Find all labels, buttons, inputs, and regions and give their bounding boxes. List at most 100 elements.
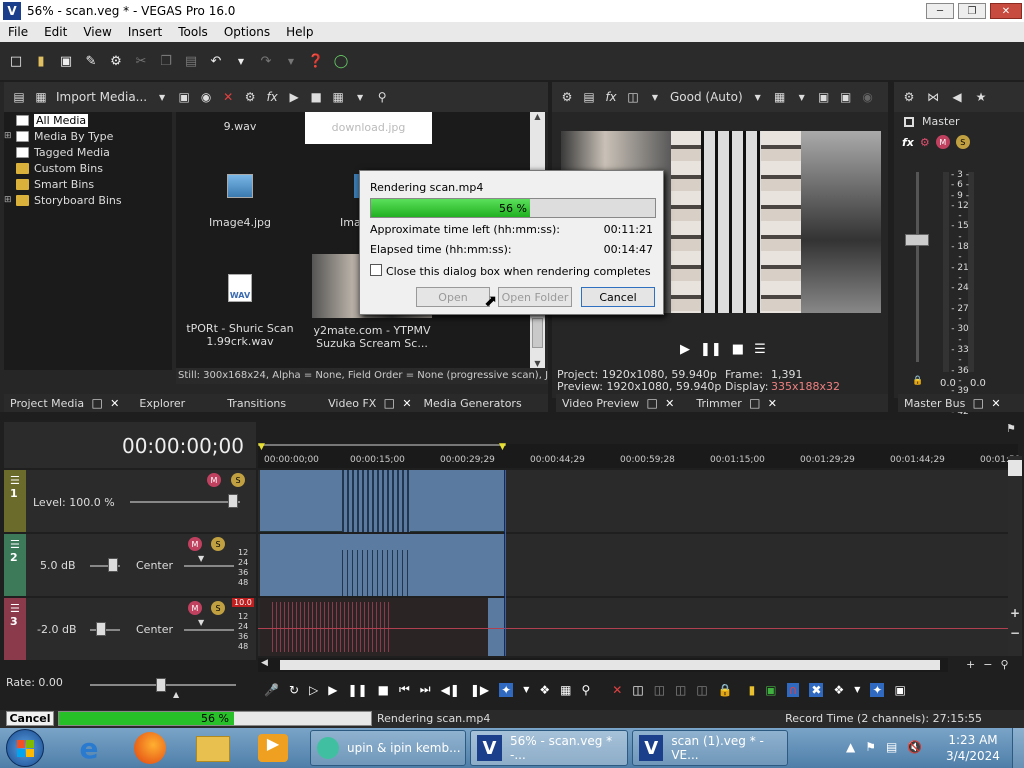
media-item-thumbnail[interactable]: download.jpg <box>305 112 432 144</box>
zoom-tool-icon[interactable]: ⚲ <box>1000 658 1008 671</box>
open-button[interactable]: Open <box>416 287 490 307</box>
tab-media-generators[interactable]: Media Generators <box>418 397 528 410</box>
save-snapshot-icon[interactable]: ▣ <box>839 90 853 104</box>
undock-icon[interactable]: □ <box>748 396 762 410</box>
open-folder-icon[interactable]: ▮ <box>33 53 49 69</box>
menu-view[interactable]: View <box>75 25 119 39</box>
trim-end-icon[interactable]: ◫ <box>675 683 686 697</box>
track-header-3[interactable]: ☰ 3 -2.0 dB Center ▼ M S 10.0 12 24 36 48 <box>4 598 256 660</box>
media-item[interactable]: WAV tPORt - Shuric Scan 1.99crk.wav <box>182 272 298 348</box>
tab-video-preview[interactable]: Video Preview <box>556 397 645 410</box>
tree-item-smart-bins[interactable]: Smart Bins <box>4 176 172 192</box>
level-slider-handle[interactable] <box>228 494 238 508</box>
ripple-edit-icon[interactable]: ❖ <box>833 683 844 697</box>
undock-icon[interactable]: □ <box>382 396 396 410</box>
save-icon[interactable]: ▣ <box>58 53 74 69</box>
undo-icon[interactable]: ↶ <box>208 53 224 69</box>
media-fx-icon[interactable]: fx <box>265 90 279 104</box>
close-tab-icon[interactable]: ✕ <box>396 397 417 410</box>
close-tab-icon[interactable]: ✕ <box>659 397 680 410</box>
taskbar-item-vegas-scan1[interactable]: V scan (1).veg * - VE... <box>632 730 788 766</box>
audio-clip[interactable] <box>260 534 504 596</box>
menu-tools[interactable]: Tools <box>170 25 216 39</box>
internet-explorer-icon[interactable]: e <box>72 732 106 765</box>
zoom-tool-icon[interactable]: ⚲ <box>581 683 590 697</box>
video-fx-icon[interactable]: fx <box>604 90 618 104</box>
expand-icon[interactable]: ⊞ <box>4 195 16 205</box>
selection-tool-icon[interactable]: ▦ <box>560 683 571 697</box>
tree-item-all-media[interactable]: All Media <box>4 112 172 128</box>
track-header-1[interactable]: ☰ 1 Level: 100.0 % M S <box>4 470 256 532</box>
tab-transitions[interactable]: Transitions <box>221 397 292 410</box>
media-player-icon[interactable]: ▶ <box>258 734 288 762</box>
import-media-icon[interactable]: ▦ <box>34 90 48 104</box>
close-tab-icon[interactable]: ✕ <box>985 397 1006 410</box>
mute-icon[interactable]: M <box>207 473 221 487</box>
minimize-button[interactable]: ─ <box>926 3 954 19</box>
preview-properties-gear-icon[interactable]: ⚙ <box>560 90 574 104</box>
loop-region[interactable] <box>258 444 506 450</box>
menu-insert[interactable]: Insert <box>120 25 170 39</box>
zoom-out-time-icon[interactable]: − <box>983 658 992 671</box>
undock-icon[interactable]: □ <box>645 396 659 410</box>
tab-master-bus[interactable]: Master Bus <box>898 397 971 410</box>
close-tab-icon[interactable]: ✕ <box>104 397 125 410</box>
play-from-start-icon[interactable]: ▷ <box>309 683 318 697</box>
menu-edit[interactable]: Edit <box>36 25 75 39</box>
tool-dropdown-icon[interactable]: ▼ <box>523 685 529 694</box>
downmix-icon[interactable]: ◀ <box>950 90 964 104</box>
copy-icon[interactable]: ❐ <box>158 53 174 69</box>
volume-slider-handle[interactable] <box>108 558 118 572</box>
pan-handle-icon[interactable]: ▼ <box>198 618 204 627</box>
volume-slider-handle[interactable] <box>96 622 106 636</box>
firefox-icon[interactable] <box>134 732 166 764</box>
quality-dropdown-icon[interactable]: ▼ <box>751 90 765 104</box>
mute-icon[interactable]: M <box>188 537 202 551</box>
envelope-tool-icon[interactable]: ❖ <box>539 683 550 697</box>
scroll-thumb[interactable] <box>532 318 543 348</box>
menu-file[interactable]: File <box>0 25 36 39</box>
cancel-button[interactable]: Cancel <box>581 287 655 307</box>
solo-icon[interactable]: S <box>231 473 245 487</box>
scroll-up-icon[interactable]: ▲ <box>530 112 545 121</box>
menu-options[interactable]: Options <box>216 25 278 39</box>
lock-icon[interactable]: 🔒 <box>718 683 733 697</box>
solo-icon[interactable]: S <box>955 135 970 149</box>
solo-icon[interactable]: S <box>211 601 225 615</box>
preview-menu-icon[interactable]: ☰ <box>754 342 766 357</box>
undock-icon[interactable]: □ <box>90 396 104 410</box>
expand-icon[interactable]: ⊞ <box>4 131 16 141</box>
overlays-grid-icon[interactable]: ▦ <box>773 90 787 104</box>
track-header-2[interactable]: ☰ 2 5.0 dB Center ▼ M S 12 24 36 48 <box>4 534 256 596</box>
master-fx-gear-icon[interactable]: ⚙ <box>920 136 930 149</box>
split-icon[interactable]: ◫ <box>696 683 707 697</box>
action-center-flag-icon[interactable]: ⚑ <box>865 740 876 754</box>
mute-icon[interactable]: M <box>188 601 202 615</box>
insert-bus-icon[interactable]: ⋈ <box>926 90 940 104</box>
cancel-render-button[interactable]: Cancel <box>6 711 54 726</box>
menu-help[interactable]: Help <box>278 25 321 39</box>
play-icon[interactable]: ▶ <box>328 683 337 697</box>
solo-icon[interactable]: S <box>211 537 225 551</box>
start-button[interactable] <box>6 729 44 767</box>
import-media-button[interactable]: Import Media... <box>56 90 147 104</box>
insert-region-icon[interactable]: ▣ <box>765 683 776 697</box>
properties-gear-icon[interactable]: ⚙ <box>108 53 124 69</box>
tab-project-media[interactable]: Project Media <box>4 397 90 410</box>
loop-end-marker-icon[interactable]: ▼ <box>499 442 506 452</box>
master-fx-icon[interactable]: fx <box>902 136 914 149</box>
media-view-icon[interactable]: ▤ <box>12 90 26 104</box>
record-icon[interactable]: 🎤 <box>264 683 279 697</box>
close-button[interactable]: ✕ <box>990 3 1022 19</box>
vegas-online-icon[interactable]: ◯ <box>333 53 349 69</box>
redo-icon[interactable]: ↷ <box>258 53 274 69</box>
master-fader-handle[interactable] <box>905 234 929 246</box>
trim-icon[interactable]: ◫ <box>632 683 643 697</box>
timeline-vscroll[interactable]: + − <box>1008 456 1022 656</box>
preview-quality-select[interactable]: Good (Auto) <box>670 90 743 104</box>
taskbar-item-upin-ipin[interactable]: upin & ipin kemb... <box>310 730 466 766</box>
network-icon[interactable]: ▤ <box>886 740 897 754</box>
paste-icon[interactable]: ▤ <box>183 53 199 69</box>
mixer-gear-icon[interactable]: ⚙ <box>902 90 916 104</box>
lock-icon[interactable]: 🔒 <box>912 376 923 386</box>
